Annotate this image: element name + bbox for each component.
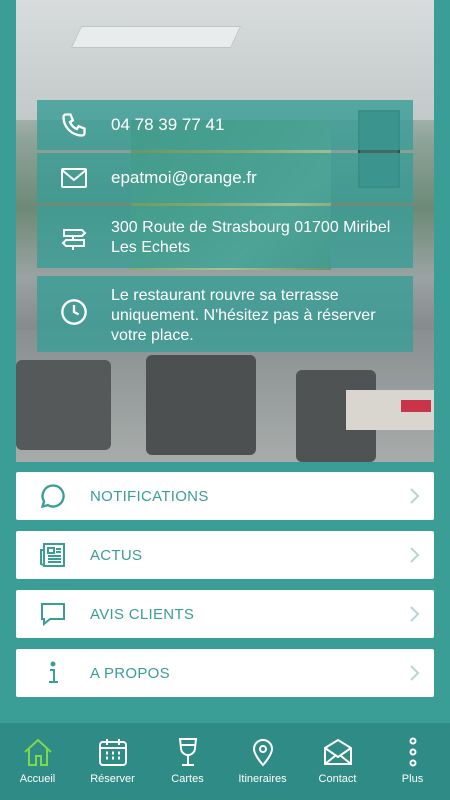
a-propos-button[interactable]: A PROPOS	[16, 649, 434, 697]
tab-label: Accueil	[19, 773, 56, 785]
menu-label: NOTIFICATIONS	[90, 487, 209, 505]
photo-chair	[16, 360, 111, 450]
phone-icon	[37, 111, 111, 139]
notice-text: Le restaurant rouvre sa terrasse uniquem…	[111, 287, 376, 344]
info-icon	[16, 660, 90, 686]
menu-label: ACTUS	[90, 546, 143, 564]
tab-cartes[interactable]: Cartes	[150, 723, 225, 800]
phone-number[interactable]: 04 78 39 77 41	[111, 115, 234, 135]
tab-label: Cartes	[171, 773, 204, 785]
newspaper-icon	[16, 542, 90, 568]
email-address[interactable]: epatmoi@orange.fr	[111, 168, 267, 188]
tab-plus[interactable]: Plus	[375, 723, 450, 800]
clock-icon	[37, 286, 111, 326]
chevron-right-icon	[394, 605, 434, 623]
tab-itineraires[interactable]: Itineraires	[225, 723, 300, 800]
actus-button[interactable]: ACTUS	[16, 531, 434, 579]
avis-clients-button[interactable]: AVIS CLIENTS	[16, 590, 434, 638]
tab-contact[interactable]: Contact	[300, 723, 375, 800]
photo-napkin	[401, 400, 431, 412]
menu-label: A PROPOS	[90, 664, 170, 682]
notifications-button[interactable]: NOTIFICATIONS	[16, 472, 434, 520]
mail-icon	[37, 167, 111, 189]
comment-icon	[16, 601, 90, 627]
envelope-icon	[323, 738, 352, 765]
tab-label: Itineraires	[238, 773, 287, 785]
address-text[interactable]: 300 Route de Strasbourg 01700 Miribel Le…	[111, 218, 413, 258]
notice-row: Le restaurant rouvre sa terrasse uniquem…	[37, 276, 413, 352]
bottom-tab-bar: Accueil Réserver Cartes Itineraires Cont…	[0, 723, 450, 800]
chevron-right-icon	[394, 546, 434, 564]
photo-vent	[70, 26, 242, 48]
wine-glass-icon	[178, 738, 197, 766]
menu-label: AVIS CLIENTS	[90, 605, 195, 623]
photo-chair	[146, 355, 256, 455]
tab-label: Plus	[401, 773, 424, 785]
calendar-icon	[98, 739, 127, 766]
email-row[interactable]: epatmoi@orange.fr	[37, 153, 413, 203]
tab-accueil[interactable]: Accueil	[0, 723, 75, 800]
home-icon	[23, 738, 52, 766]
chat-bubble-icon	[16, 482, 90, 510]
phone-row[interactable]: 04 78 39 77 41	[37, 100, 413, 150]
map-pin-icon	[252, 739, 273, 767]
tab-label: Réserver	[90, 773, 135, 785]
tab-reserver[interactable]: Réserver	[75, 723, 150, 800]
signpost-icon	[37, 218, 111, 252]
chevron-right-icon	[394, 664, 434, 682]
tab-label: Contact	[318, 773, 357, 785]
more-dots-icon	[409, 737, 416, 767]
address-row[interactable]: 300 Route de Strasbourg 01700 Miribel Le…	[37, 206, 413, 268]
chevron-right-icon	[394, 487, 434, 505]
